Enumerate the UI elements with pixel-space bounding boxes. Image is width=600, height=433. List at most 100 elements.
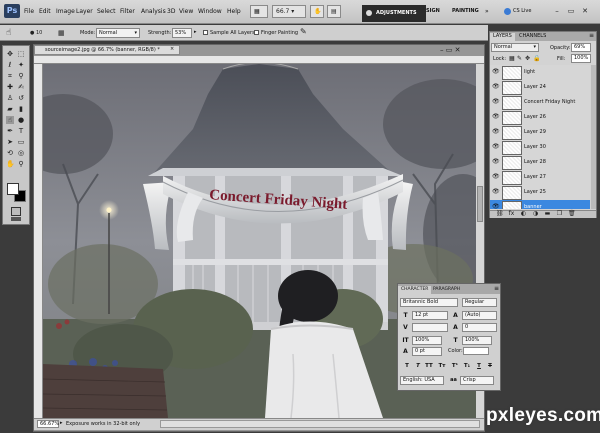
menu-edit[interactable]: Edit — [39, 8, 51, 15]
path-select-tool-icon[interactable]: ➤ — [6, 138, 14, 146]
eye-icon[interactable]: 👁 — [492, 84, 500, 90]
menu-view[interactable]: View — [179, 8, 193, 15]
superscript-icon[interactable]: T¹ — [450, 362, 460, 370]
layer-row-selected[interactable]: 👁 banner — [490, 200, 590, 209]
tab-layers[interactable]: LAYERS — [490, 33, 515, 41]
finger-painting-checkbox[interactable] — [254, 30, 259, 35]
tab-paragraph[interactable]: PARAGRAPH — [430, 286, 463, 294]
layer-row[interactable]: 👁 Layer 24 — [490, 80, 590, 96]
faux-italic-icon[interactable]: T — [413, 362, 423, 370]
new-group-icon[interactable]: ▬ — [544, 210, 551, 217]
eye-icon[interactable]: 👁 — [492, 144, 500, 150]
foreground-color-swatch[interactable] — [7, 183, 19, 195]
workspace-more-button[interactable]: » — [485, 5, 489, 18]
zoom-field[interactable]: 66.67% — [37, 420, 59, 428]
layer-row[interactable]: 👁 Layer 25 — [490, 185, 590, 201]
adjustment-layer-icon[interactable]: ◑ — [532, 210, 539, 217]
3d-orbit-tool-icon[interactable]: ◎ — [17, 149, 25, 157]
cs-live-button[interactable]: CS Live — [504, 5, 540, 18]
bridge-button[interactable]: ▦ — [250, 5, 268, 18]
link-layers-icon[interactable]: ⛓ — [496, 210, 504, 217]
history-brush-tool-icon[interactable]: ↺ — [17, 94, 25, 102]
subscript-icon[interactable]: T₁ — [462, 362, 472, 370]
tab-channels[interactable]: CHANNELS — [516, 33, 549, 41]
spot-heal-tool-icon[interactable]: ✚ — [6, 83, 14, 91]
baseline-shift-input[interactable]: 0 pt — [412, 347, 442, 356]
font-style-dropdown[interactable]: Regular — [462, 298, 497, 307]
strikethrough-icon[interactable]: T — [485, 362, 495, 370]
layer-row[interactable]: 👁 light — [490, 65, 590, 81]
eye-icon[interactable]: 👁 — [492, 204, 500, 210]
gradient-tool-icon[interactable]: ▮ — [17, 105, 25, 113]
tab-character[interactable]: CHARACTER — [398, 286, 432, 294]
layer-row[interactable]: 👁 Layer 28 — [490, 155, 590, 171]
layer-row[interactable]: 👁 Concert Friday Night — [490, 95, 590, 111]
eye-icon[interactable]: 👁 — [492, 174, 500, 180]
new-layer-icon[interactable]: ❐ — [556, 210, 563, 217]
strength-slider-arrow[interactable]: ▸ — [194, 29, 197, 35]
brush-tool-icon[interactable]: ✍ — [17, 83, 25, 91]
smudge-tool-preset-icon[interactable]: ☝ — [6, 27, 22, 39]
window-close-button[interactable]: ✕ — [580, 7, 590, 16]
menu-filter[interactable]: Filter — [120, 8, 135, 15]
tracking-input[interactable]: 0 — [462, 323, 497, 332]
vertical-scale-input[interactable]: 100% — [412, 336, 442, 345]
document-tab[interactable]: sourceimage2.jpg @ 66.7% (banner, RGB/8)… — [34, 45, 180, 55]
menu-image[interactable]: Image — [56, 8, 75, 15]
mode-dropdown[interactable]: Normal ▾ — [96, 28, 140, 38]
eye-icon[interactable]: 👁 — [492, 129, 500, 135]
dodge-tool-icon[interactable]: ● — [17, 116, 25, 124]
panel-menu-icon[interactable]: ≡ — [494, 285, 499, 292]
document-window-controls[interactable]: – ▭ ✕ — [440, 46, 480, 55]
antialias-dropdown[interactable]: Crisp — [460, 376, 494, 385]
document-tab-close-icon[interactable]: × — [170, 46, 174, 52]
panel-menu-icon[interactable]: ≡ — [589, 32, 594, 39]
window-maximize-button[interactable]: ▭ — [566, 7, 576, 16]
clone-stamp-tool-icon[interactable]: ♙ — [6, 94, 14, 102]
opacity-input[interactable]: 69% — [571, 43, 591, 52]
quick-mask-icon[interactable] — [11, 207, 21, 216]
eye-icon[interactable]: 👁 — [492, 114, 500, 120]
3d-rotate-tool-icon[interactable]: ⟲ — [6, 149, 14, 157]
layer-row[interactable]: 👁 Layer 26 — [490, 110, 590, 126]
font-size-input[interactable]: 12 pt — [412, 311, 448, 320]
move-tool-icon[interactable]: ✥ — [6, 50, 14, 58]
menu-help[interactable]: Help — [227, 8, 241, 15]
blend-mode-dropdown[interactable]: Normal ▾ — [491, 43, 539, 52]
faux-bold-icon[interactable]: T — [402, 362, 412, 370]
language-dropdown[interactable]: English: USA — [400, 376, 444, 385]
lock-pixels-icon[interactable]: ✎ — [517, 55, 522, 62]
leading-input[interactable]: (Auto) — [462, 311, 497, 320]
horizontal-scrollbar[interactable] — [160, 420, 480, 428]
type-tool-icon[interactable]: T — [17, 127, 25, 135]
layer-row[interactable]: 👁 Layer 29 — [490, 125, 590, 141]
horizontal-ruler[interactable] — [34, 56, 484, 64]
lock-position-icon[interactable]: ✥ — [525, 55, 530, 62]
zoom-tool-icon[interactable]: ⚲ — [17, 160, 25, 168]
add-mask-icon[interactable]: ◐ — [520, 210, 527, 217]
screen-mode-icon[interactable] — [11, 217, 21, 221]
workspace-design-button[interactable]: SIGN — [426, 5, 442, 18]
menu-window[interactable]: Window — [198, 8, 222, 15]
small-caps-icon[interactable]: Tт — [437, 362, 447, 370]
lock-all-icon[interactable]: 🔒 — [533, 55, 540, 62]
layer-row[interactable]: 👁 Layer 30 — [490, 140, 590, 156]
vertical-scrollbar-thumb[interactable] — [477, 186, 483, 222]
lasso-tool-icon[interactable]: ℓ — [6, 61, 14, 69]
fill-input[interactable]: 100% — [571, 54, 591, 63]
underline-icon[interactable]: T — [474, 362, 484, 370]
window-minimize-button[interactable]: – — [552, 7, 562, 16]
smudge-tool-icon[interactable]: ☝ — [6, 116, 14, 124]
strength-input[interactable]: 53% — [172, 28, 192, 38]
pressure-icon[interactable]: ✎ — [300, 27, 307, 36]
eye-icon[interactable]: 👁 — [492, 69, 500, 75]
menu-file[interactable]: File — [24, 8, 34, 15]
eraser-tool-icon[interactable]: ▰ — [6, 105, 14, 113]
eye-icon[interactable]: 👁 — [492, 159, 500, 165]
status-info-icon[interactable]: ▸ — [60, 420, 63, 426]
lock-transparency-icon[interactable]: ▦ — [509, 55, 515, 62]
menu-select[interactable]: Select — [97, 8, 116, 15]
hand-tool-icon[interactable]: ✋ — [6, 160, 15, 168]
font-family-dropdown[interactable]: Britannic Bold — [400, 298, 458, 307]
adjustments-panel-tab[interactable]: ADJUSTMENTS — [362, 5, 426, 22]
